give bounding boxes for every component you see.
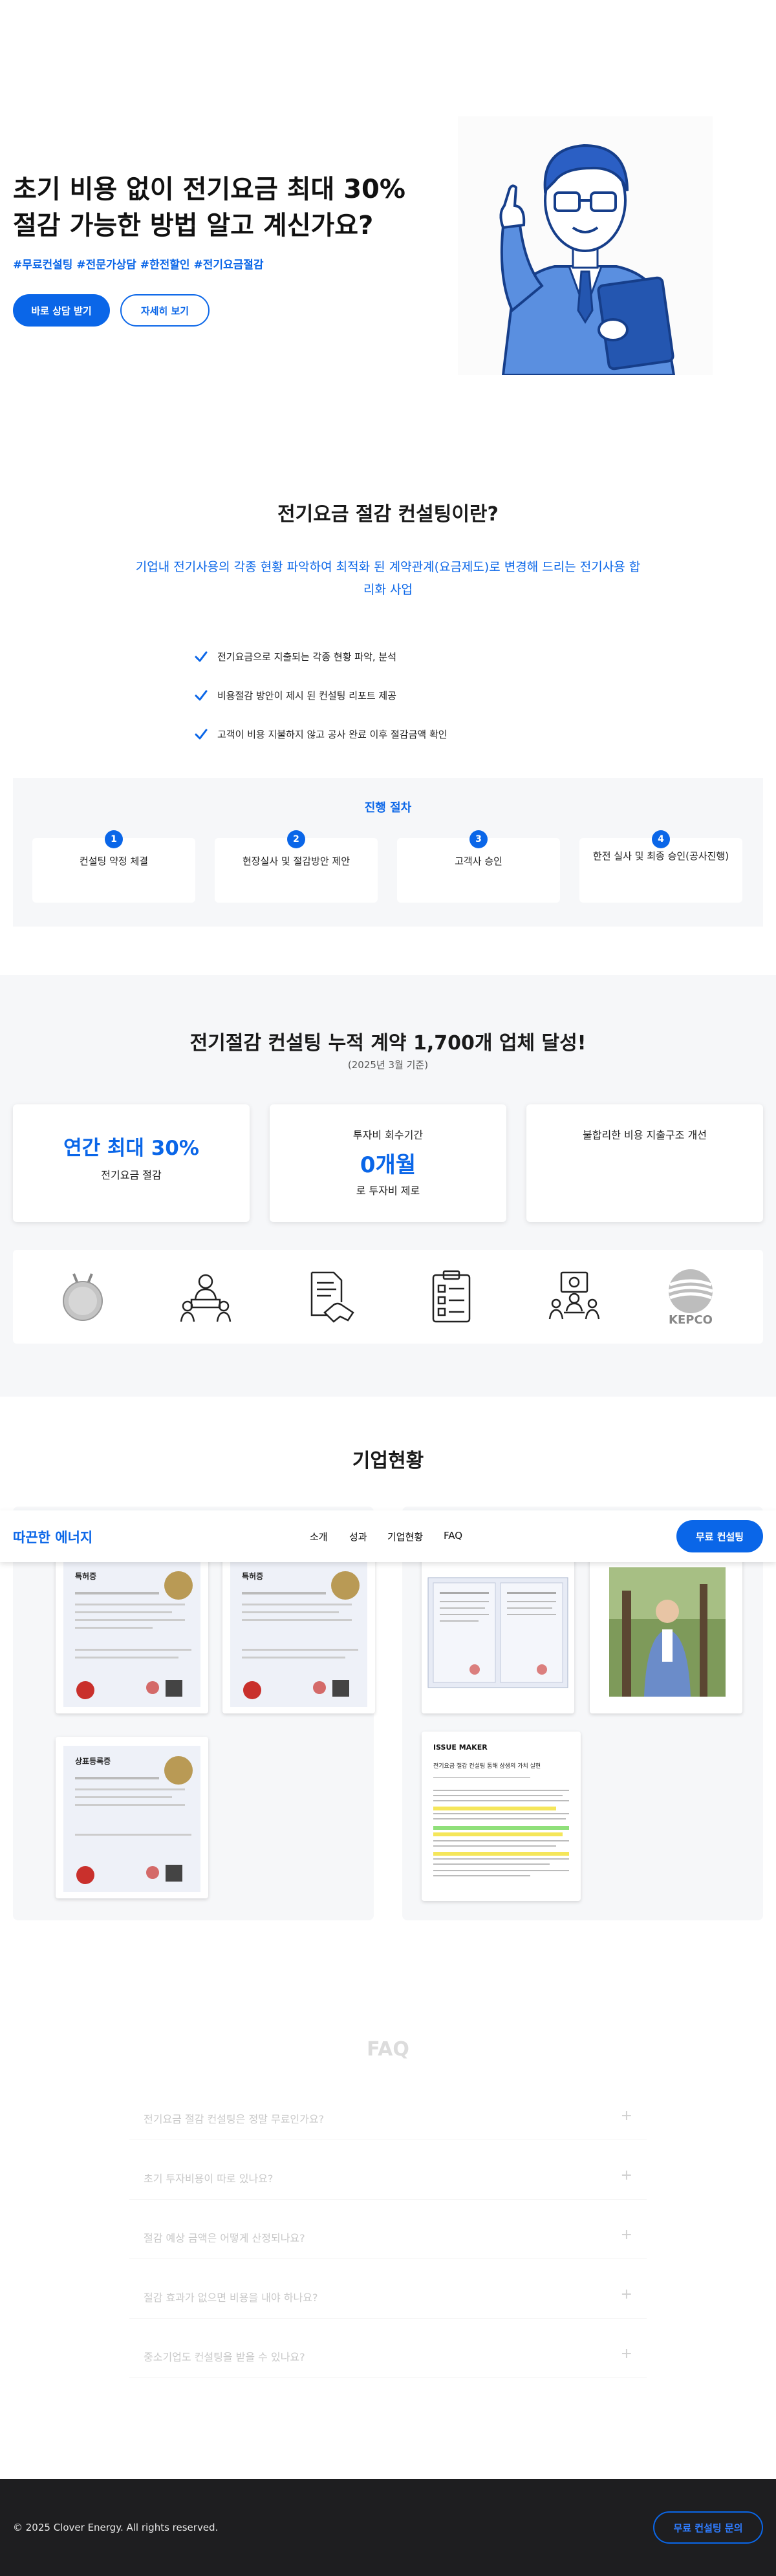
faq-item[interactable]: 초기 투자비용이 따로 있나요? + bbox=[129, 2154, 647, 2200]
process-title: 진행 절차 bbox=[364, 801, 412, 815]
hero-tags: #무료컨설팅 #전문가상담 #한전할인 #전기요금절감 bbox=[13, 259, 264, 272]
nav-item-intro[interactable]: 소개 bbox=[310, 1530, 328, 1543]
checklist-clipboard-icon bbox=[419, 1266, 484, 1327]
faq-item[interactable]: 전기요금 절감 컨설팅은 정말 무료인가요? + bbox=[129, 2095, 647, 2140]
trademark-certificate[interactable]: 상표등록증 bbox=[56, 1737, 208, 1898]
check-item-label: 고객이 비용 지불하지 않고 공사 완료 이후 절감금액 확인 bbox=[217, 728, 447, 740]
copyright-text: © 2025 Clover Energy. All rights reserve… bbox=[13, 2522, 219, 2533]
nav-item-faq[interactable]: FAQ bbox=[444, 1530, 462, 1541]
process-panel: 진행 절차 1 컨설팅 약정 체결 2 현장실사 및 절감방안 제안 3 고객사… bbox=[13, 778, 763, 927]
check-item: 전기요금으로 지출되는 각종 현황 파악, 분석 bbox=[194, 637, 447, 676]
faq-question: 초기 투자비용이 따로 있나요? bbox=[144, 2173, 274, 2185]
check-icon bbox=[195, 690, 208, 701]
footer-consult-button[interactable]: 무료 컨설팅 문의 bbox=[653, 2511, 763, 2544]
step-number-badge: 2 bbox=[287, 830, 305, 848]
plus-icon: + bbox=[620, 2346, 632, 2362]
step-number-badge: 1 bbox=[105, 830, 123, 848]
step-number-badge: 3 bbox=[469, 830, 488, 848]
process-step: 1 컨설팅 약정 체결 bbox=[32, 830, 195, 903]
check-item: 고객이 비용 지불하지 않고 공사 완료 이후 절감금액 확인 bbox=[194, 714, 447, 753]
page: 초기 비용 없이 전기요금 최대 30% 절감 가능한 방법 알고 계신가요? … bbox=[0, 0, 776, 2576]
check-icon bbox=[195, 729, 208, 740]
check-item-label: 전기요금으로 지출되는 각종 현황 파악, 분석 bbox=[217, 650, 397, 663]
stat-card-payback: 투자비 회수기간 0개월 로 투자비 제로 bbox=[270, 1104, 506, 1222]
check-icon bbox=[195, 651, 208, 662]
stat-payback-value: 0개월 bbox=[360, 1152, 416, 1178]
presentation-meeting-icon bbox=[542, 1266, 607, 1327]
intro-desc-line2: 리화 사업 bbox=[363, 583, 413, 597]
news-headline: 전기요금 절감 컨설팅 통해 상생의 가치 실현 bbox=[433, 1762, 541, 1770]
achievement-section: 전기절감 컨설팅 누적 계약 1,700개 업체 달성! (2025년 3월 기… bbox=[0, 975, 776, 1397]
businessman-illustration bbox=[458, 116, 713, 376]
step-label: 고객사 승인 bbox=[455, 855, 502, 867]
stat-card-saving: 연간 최대 30% 전기요금 절감 bbox=[13, 1104, 250, 1222]
faq-item[interactable]: 절감 효과가 없으면 비용을 내야 하나요? + bbox=[129, 2273, 647, 2319]
certificate-panel: 특허증 특허증 상표등록증 bbox=[13, 1507, 375, 1920]
stat-card-improve: 불합리한 비용 지출구조 개선 bbox=[526, 1104, 763, 1222]
plus-icon: + bbox=[620, 2286, 632, 2302]
check-item: 비용절감 방안이 제시 된 컨설팅 리포트 제공 bbox=[194, 676, 447, 714]
intro-title: 전기요금 절감 컨설팅이란? bbox=[277, 503, 499, 526]
stat-payback-label: 투자비 회수기간 bbox=[352, 1129, 424, 1141]
step-number-badge: 4 bbox=[652, 830, 670, 848]
hero-section: 초기 비용 없이 전기요금 최대 30% 절감 가능한 방법 알고 계신가요? … bbox=[0, 0, 776, 401]
media-panel: ISSUE MAKER 전기요금 절감 컨설팅 통해 상생의 가치 실현 bbox=[402, 1507, 763, 1920]
plus-icon: + bbox=[620, 2108, 632, 2124]
check-item-label: 비용절감 방안이 제시 된 컨설팅 리포트 제공 bbox=[217, 689, 397, 702]
faq-title: FAQ bbox=[367, 2038, 409, 2061]
process-step: 3 고객사 승인 bbox=[397, 830, 560, 903]
award-document-card[interactable] bbox=[422, 1552, 574, 1713]
learn-more-button[interactable]: 자세히 보기 bbox=[120, 294, 210, 327]
contract-handshake-icon bbox=[296, 1266, 361, 1327]
consult-now-button[interactable]: 바로 상담 받기 bbox=[13, 294, 110, 327]
patent-certificate-2[interactable]: 특허증 bbox=[222, 1552, 375, 1713]
certificate-title: 특허증 bbox=[242, 1571, 263, 1581]
medal-icon bbox=[50, 1266, 115, 1327]
step-label: 컨설팅 약정 체결 bbox=[79, 855, 149, 867]
ceo-photo-card[interactable] bbox=[590, 1552, 742, 1713]
process-step: 4 한전 실사 및 최종 승인(공사진행) bbox=[579, 830, 742, 903]
stat-payback-note: 로 투자비 제로 bbox=[356, 1185, 420, 1197]
kepco-logo-text: KEPCO bbox=[669, 1313, 713, 1326]
process-step: 2 현장실사 및 절감방안 제안 bbox=[215, 830, 378, 903]
free-consulting-button[interactable]: 무료 컨설팅 bbox=[676, 1520, 763, 1552]
faq-question: 중소기업도 컨설팅을 받을 수 있나요? bbox=[144, 2351, 305, 2363]
patent-certificate-1[interactable]: 특허증 bbox=[56, 1552, 208, 1713]
nav-item-results[interactable]: 성과 bbox=[349, 1530, 367, 1543]
hero-title-line1: 초기 비용 없이 전기요금 최대 30% bbox=[13, 175, 405, 204]
step-label: 현장실사 및 절감방안 제안 bbox=[242, 855, 350, 867]
achievement-title: 전기절감 컨설팅 누적 계약 1,700개 업체 달성! bbox=[189, 1032, 587, 1055]
stat-improve-label: 불합리한 비용 지출구조 개선 bbox=[583, 1129, 707, 1141]
step-label: 한전 실사 및 최종 승인(공사진행) bbox=[592, 850, 729, 862]
faq-item[interactable]: 중소기업도 컨설팅을 받을 수 있나요? + bbox=[129, 2333, 647, 2378]
kepco-logo: KEPCO bbox=[658, 1266, 723, 1327]
hero-title: 초기 비용 없이 전기요금 최대 30% 절감 가능한 방법 알고 계신가요? bbox=[13, 171, 405, 244]
intro-desc-line1: 기업내 전기사용의 각종 현황 파악하여 최적화 된 계약관계(요금제도)로 변… bbox=[135, 560, 641, 574]
check-list: 전기요금으로 지출되는 각종 현황 파악, 분석 비용절감 방안이 제시 된 컨… bbox=[194, 637, 447, 753]
achievement-date-note: (2025년 3월 기준) bbox=[347, 1059, 429, 1071]
partner-icon-strip: KEPCO bbox=[13, 1250, 763, 1344]
nav-item-company[interactable]: 기업현황 bbox=[387, 1530, 423, 1543]
stat-saving-label: 전기요금 절감 bbox=[101, 1169, 162, 1181]
plus-icon: + bbox=[620, 2167, 632, 2184]
consulting-people-icon bbox=[173, 1266, 238, 1327]
intro-description: 기업내 전기사용의 각종 현황 파악하여 최적화 된 계약관계(요금제도)로 변… bbox=[129, 556, 647, 601]
certificate-title: 특허증 bbox=[75, 1571, 96, 1581]
certificate-title: 상표등록증 bbox=[75, 1756, 111, 1766]
site-navbar: 따끈한 에너지 소개 성과 기업현황 FAQ 무료 컨설팅 bbox=[0, 1510, 776, 1562]
faq-item[interactable]: 절감 예상 금액은 어떻게 산정되나요? + bbox=[129, 2214, 647, 2259]
stat-saving-value: 연간 최대 30% bbox=[63, 1137, 199, 1160]
news-brand: ISSUE MAKER bbox=[433, 1743, 488, 1752]
hero-title-line2: 절감 가능한 방법 알고 계신가요? bbox=[13, 211, 374, 241]
faq-question: 전기요금 절감 컨설팅은 정말 무료인가요? bbox=[144, 2113, 325, 2125]
brand-logo[interactable]: 따끈한 에너지 bbox=[13, 1527, 92, 1547]
company-status-title: 기업현황 bbox=[352, 1450, 424, 1472]
faq-question: 절감 예상 금액은 어떻게 산정되나요? bbox=[144, 2232, 305, 2244]
plus-icon: + bbox=[620, 2227, 632, 2243]
site-footer: © 2025 Clover Energy. All rights reserve… bbox=[0, 2479, 776, 2576]
faq-question: 절감 효과가 없으면 비용을 내야 하나요? bbox=[144, 2292, 318, 2304]
news-article-card[interactable]: ISSUE MAKER 전기요금 절감 컨설팅 통해 상생의 가치 실현 bbox=[422, 1732, 581, 1901]
